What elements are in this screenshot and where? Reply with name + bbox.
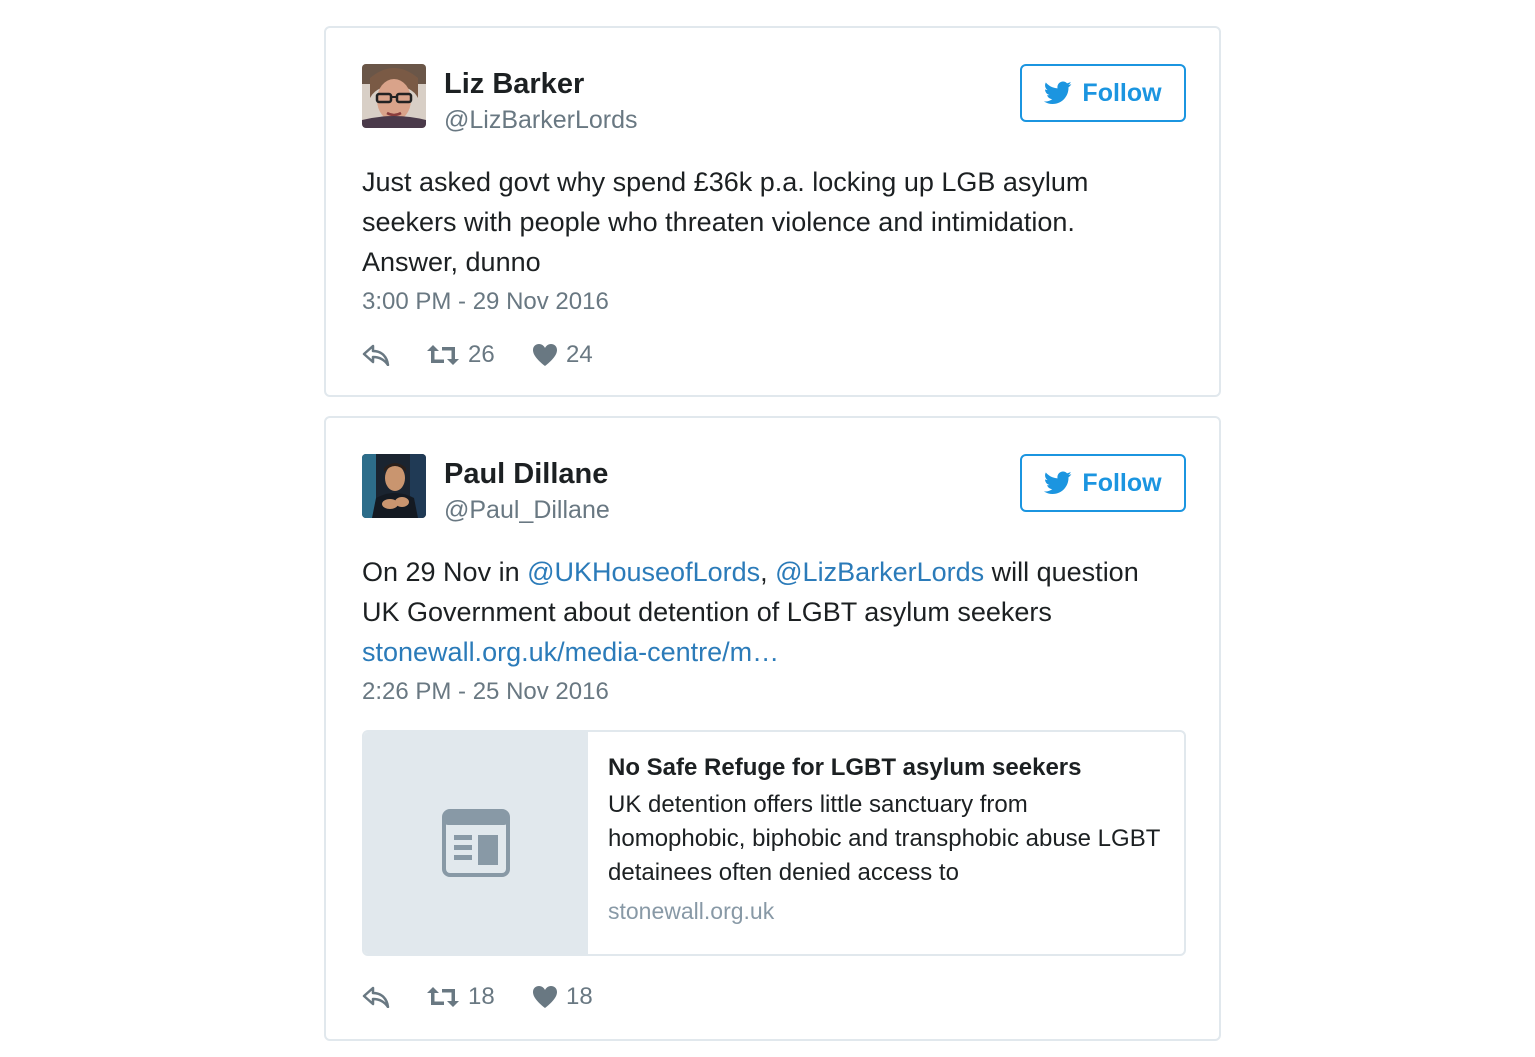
follow-label: Follow [1082, 468, 1162, 497]
like-count: 18 [566, 983, 593, 1010]
author-handle[interactable]: @Paul_Dillane [444, 496, 610, 525]
retweet-button[interactable]: 26 [426, 341, 532, 369]
reply-button[interactable] [362, 344, 426, 366]
like-button[interactable]: 18 [532, 983, 593, 1011]
url-link[interactable]: stonewall.org.uk/media-centre/m… [362, 637, 779, 667]
follow-label: Follow [1082, 78, 1162, 107]
card-body: No Safe Refuge for LGBT asylum seekers U… [608, 752, 1168, 925]
link-card[interactable]: No Safe Refuge for LGBT asylum seekers U… [362, 730, 1186, 956]
article-icon [442, 809, 510, 877]
avatar[interactable] [362, 454, 426, 518]
card-thumbnail [364, 732, 588, 954]
reply-icon [362, 986, 390, 1008]
author-name[interactable]: Paul Dillane [444, 458, 608, 491]
tweet-card: Liz Barker @LizBarkerLords Follow Just a… [324, 26, 1221, 397]
tweet-text: Just asked govt why spend £36k p.a. lock… [362, 167, 1089, 277]
text-segment: , [760, 557, 776, 587]
author-handle[interactable]: @LizBarkerLords [444, 106, 638, 135]
retweet-icon [427, 987, 459, 1007]
card-description: UK detention offers little sanctuary fro… [608, 791, 1160, 886]
retweet-icon [427, 345, 459, 365]
tweet-timestamp[interactable]: 2:26 PM - 25 Nov 2016 [362, 678, 609, 706]
card-title: No Safe Refuge for LGBT asylum seekers [608, 754, 1082, 781]
follow-button[interactable]: Follow [1020, 454, 1186, 512]
tweet-actions: 18 18 [362, 980, 593, 1014]
twitter-bird-icon [1044, 471, 1072, 495]
like-count: 24 [566, 341, 593, 368]
like-button[interactable]: 24 [532, 341, 593, 369]
author-name[interactable]: Liz Barker [444, 68, 584, 101]
tweet-actions: 26 24 [362, 338, 593, 372]
follow-button[interactable]: Follow [1020, 64, 1186, 122]
twitter-bird-icon [1044, 81, 1072, 105]
avatar[interactable] [362, 64, 426, 128]
tweet-timestamp[interactable]: 3:00 PM - 29 Nov 2016 [362, 288, 609, 316]
heart-icon [533, 986, 557, 1008]
reply-icon [362, 344, 390, 366]
retweet-button[interactable]: 18 [426, 983, 532, 1011]
mention-link-uk-house-of-lords[interactable]: @UKHouseofLords [527, 557, 760, 587]
tweet-text: On 29 Nov in @UKHouseofLords, @LizBarker… [362, 552, 1162, 672]
retweet-count: 26 [468, 341, 495, 368]
tweet-card: Paul Dillane @Paul_Dillane Follow On 29 … [324, 416, 1221, 1041]
text-segment: On 29 Nov in [362, 557, 528, 587]
retweet-count: 18 [468, 983, 495, 1010]
mention-link-liz-barker-lords[interactable]: @LizBarkerLords [775, 557, 984, 587]
reply-button[interactable] [362, 986, 426, 1008]
heart-icon [533, 344, 557, 366]
card-domain: stonewall.org.uk [608, 898, 775, 924]
